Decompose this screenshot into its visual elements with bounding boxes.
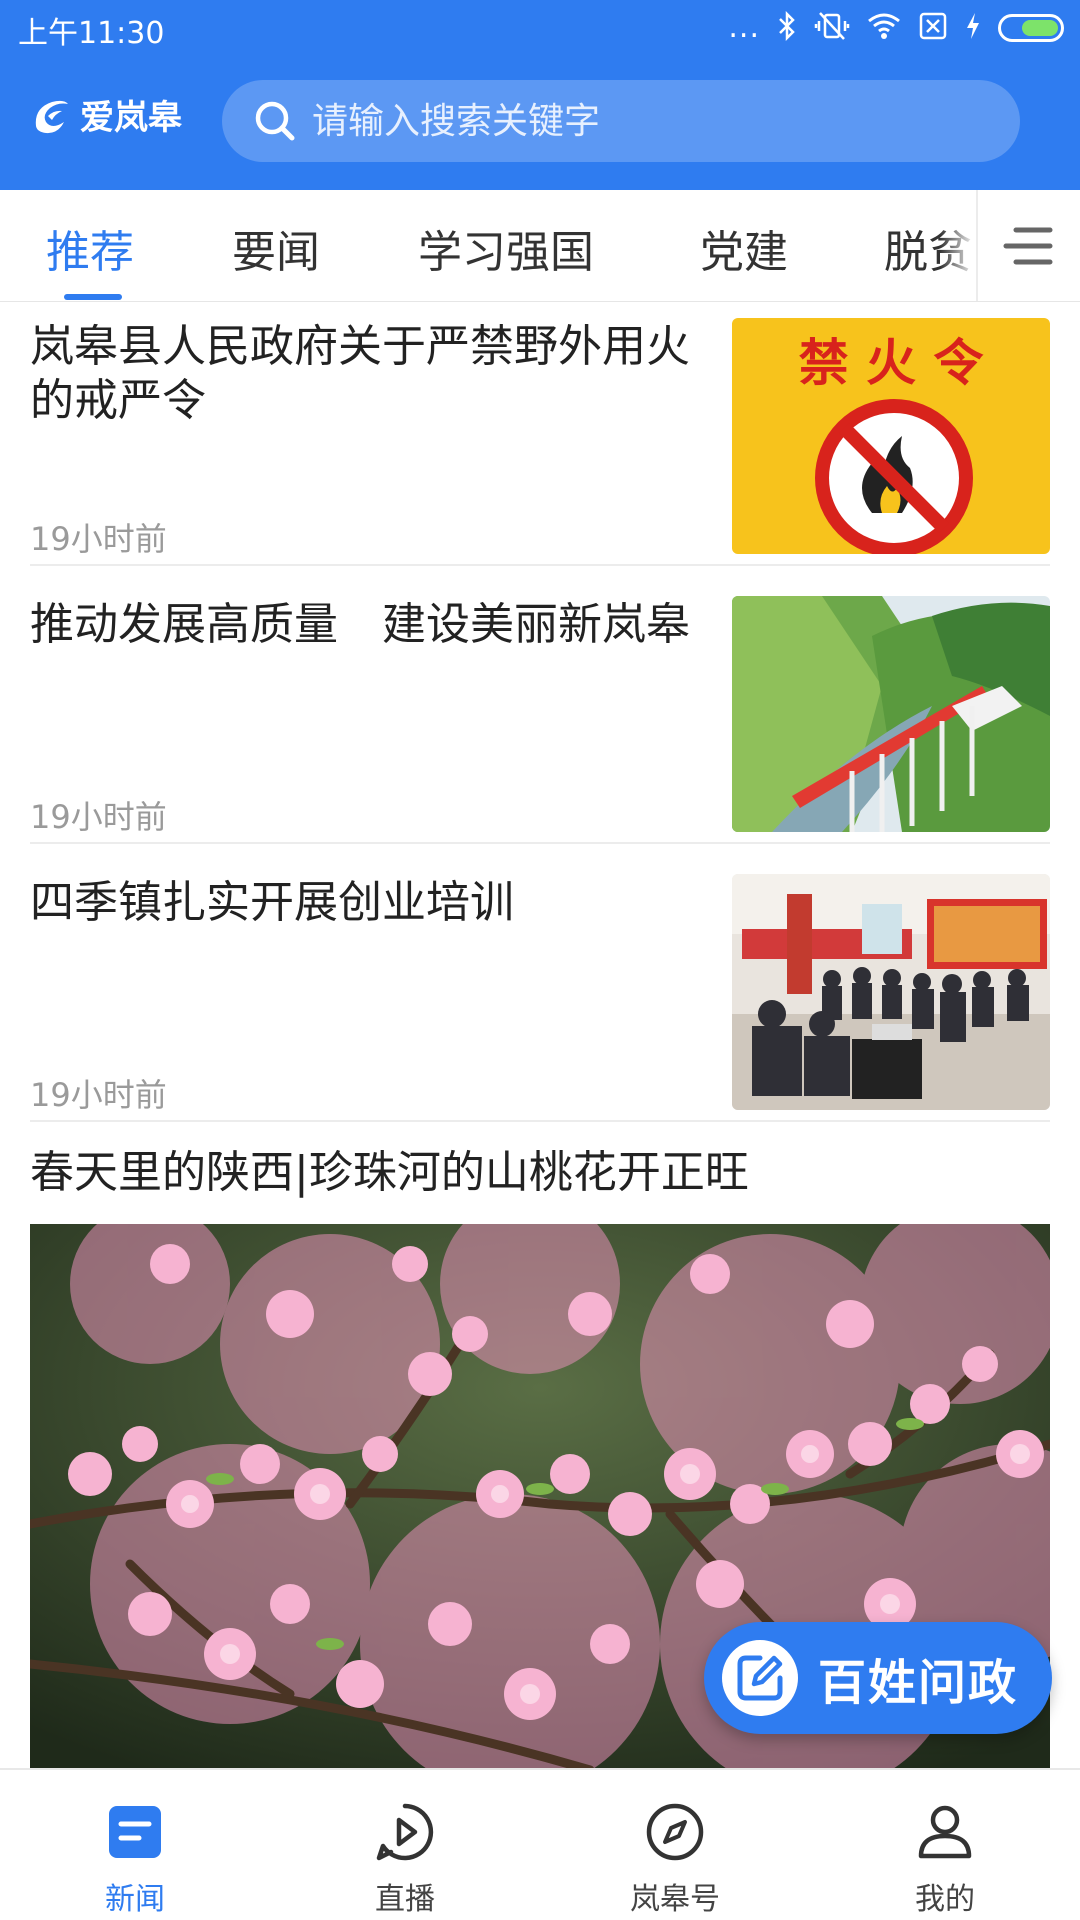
charging-icon (964, 11, 982, 45)
nav-news[interactable]: 新闻 (0, 1770, 270, 1920)
tab-menu-button[interactable] (976, 190, 1080, 301)
status-icons: ... (728, 10, 1064, 46)
bottom-nav: 新闻 直播 岚皋号 我的 (0, 1768, 1080, 1920)
news-icon (109, 1806, 161, 1858)
bluetooth-icon (776, 10, 798, 45)
more-dots-icon: ... (728, 10, 760, 45)
play-icon (376, 1803, 434, 1861)
news-thumbnail (732, 874, 1050, 1110)
edit-icon (722, 1640, 798, 1716)
news-item[interactable]: 岚皋县人民政府关于严禁野外用火的戒严令 19小时前 禁 火 令 (30, 302, 1050, 566)
nav-label: 直播 (375, 1882, 435, 1917)
news-thumbnail: 禁 火 令 (732, 318, 1050, 554)
tab-xuexi[interactable]: 学习强国 (418, 216, 594, 280)
tab-fade (940, 190, 976, 301)
user-icon (918, 1805, 972, 1859)
vibrate-off-icon (814, 11, 850, 45)
nav-label: 我的 (915, 1882, 975, 1917)
thumb-fire-ban-text: 禁 火 令 (799, 334, 985, 392)
sim-off-icon (918, 11, 948, 45)
menu-icon (1003, 227, 1053, 265)
news-item[interactable]: 推动发展高质量 建设美丽新岚皋 19小时前 (30, 580, 1050, 844)
wifi-icon (866, 11, 902, 45)
tab-headlines[interactable]: 要闻 (232, 216, 320, 280)
active-tab-indicator (64, 294, 122, 300)
status-bar: 上午11:30 ... (0, 0, 1080, 56)
nav-label: 岚皋号 (630, 1882, 720, 1917)
search-icon (255, 101, 295, 141)
nav-live[interactable]: 直播 (270, 1770, 540, 1920)
app-logo[interactable]: 爱岚皋 (28, 90, 182, 139)
featured-title: 春天里的陕西|珍珠河的山桃花开正旺 (30, 1147, 749, 1198)
logo-icon (35, 100, 68, 133)
app-header: 上午11:30 ... 爱岚皋 请输入搜索关键字 (0, 0, 1080, 190)
news-time: 19小时前 (30, 798, 167, 836)
nav-label: 新闻 (105, 1882, 165, 1917)
app-bar: 爱岚皋 (0, 70, 1080, 170)
logo-text: 爱岚皋 (80, 98, 182, 138)
news-thumbnail (732, 596, 1050, 832)
news-time: 19小时前 (30, 520, 167, 558)
battery-icon (998, 14, 1064, 42)
compass-icon (646, 1803, 704, 1861)
nav-langao-account[interactable]: 岚皋号 (540, 1770, 810, 1920)
news-item[interactable]: 四季镇扎实开展创业培训 19小时前 (30, 858, 1050, 1122)
featured-news[interactable]: 春天里的陕西|珍珠河的山桃花开正旺 (30, 1146, 1050, 1770)
fab-label: 百姓问政 (818, 1655, 1019, 1711)
news-title: 推动发展高质量 建设美丽新岚皋 (30, 599, 690, 650)
search-box[interactable] (222, 80, 1020, 162)
search-input[interactable] (312, 100, 952, 142)
news-title: 岚皋县人民政府关于严禁野外用火的戒严令 (30, 321, 690, 426)
tab-party[interactable]: 党建 (700, 216, 788, 280)
news-time: 19小时前 (30, 1076, 167, 1114)
category-tabs: 推荐 要闻 学习强国 党建 脱贫 (0, 190, 1080, 302)
tab-recommend[interactable]: 推荐 (46, 216, 134, 280)
news-title: 四季镇扎实开展创业培训 (30, 877, 514, 928)
nav-me[interactable]: 我的 (810, 1770, 1080, 1920)
status-time: 上午11:30 (18, 16, 165, 51)
citizen-inquiry-button[interactable]: 百姓问政 (704, 1622, 1052, 1734)
